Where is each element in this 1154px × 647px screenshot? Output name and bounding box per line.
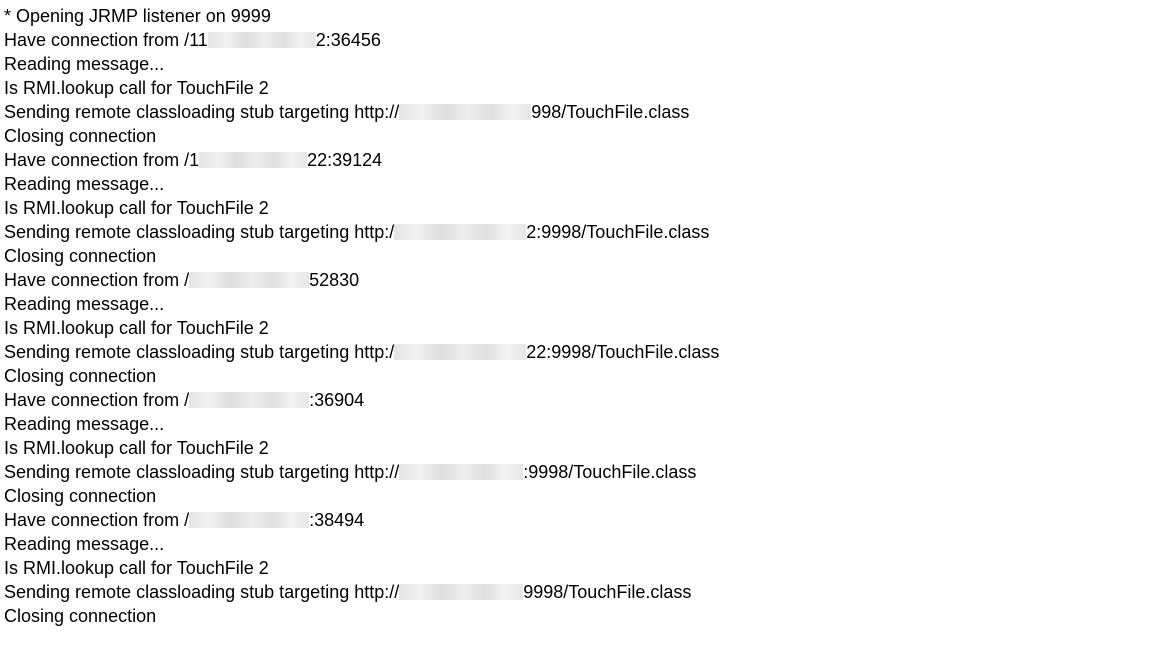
log-text: Reading message...	[4, 174, 165, 194]
log-text-before: Have connection from /	[4, 510, 190, 530]
log-text: Reading message...	[4, 414, 165, 434]
log-text-after: 22:39124	[307, 150, 383, 170]
log-line: Closing connection	[4, 364, 1150, 388]
log-line: Is RMI.lookup call for TouchFile 2	[4, 316, 1150, 340]
log-line: Is RMI.lookup call for TouchFile 2	[4, 196, 1150, 220]
redacted-address	[189, 272, 310, 288]
redacted-address	[394, 344, 527, 360]
log-line: Closing connection	[4, 124, 1150, 148]
log-text: * Opening JRMP listener on 9999	[4, 6, 271, 26]
log-text-after: 998/TouchFile.class	[531, 102, 690, 122]
redacted-address	[207, 32, 316, 48]
log-line: Reading message...	[4, 292, 1150, 316]
log-line: Is RMI.lookup call for TouchFile 2	[4, 76, 1150, 100]
log-text-after: 22:9998/TouchFile.class	[526, 342, 720, 362]
log-line: Have connection from /11 2:36456	[4, 28, 1150, 52]
log-text-after: 52830	[309, 270, 360, 290]
log-text-after: :36904	[309, 390, 365, 410]
log-line: Sending remote classloading stub targeti…	[4, 460, 1150, 484]
redacted-address	[189, 512, 310, 528]
console-output: * Opening JRMP listener on 9999 Have con…	[4, 4, 1150, 628]
log-text: Reading message...	[4, 54, 165, 74]
log-text-before: Sending remote classloading stub targeti…	[4, 102, 400, 122]
log-text: Is RMI.lookup call for TouchFile 2	[4, 558, 269, 578]
log-text: Is RMI.lookup call for TouchFile 2	[4, 78, 269, 98]
log-line: Reading message...	[4, 412, 1150, 436]
log-text: Closing connection	[4, 366, 157, 386]
log-text-before: Have connection from /1	[4, 150, 200, 170]
redacted-address	[399, 104, 532, 120]
log-text-before: Have connection from /11	[4, 30, 208, 50]
redacted-address	[394, 224, 527, 240]
log-text-before: Sending remote classloading stub targeti…	[4, 222, 395, 242]
log-line: Reading message...	[4, 52, 1150, 76]
log-text-before: Have connection from /	[4, 390, 190, 410]
log-line: Closing connection	[4, 484, 1150, 508]
log-line: Sending remote classloading stub targeti…	[4, 340, 1150, 364]
log-line: Reading message...	[4, 532, 1150, 556]
redacted-address	[399, 464, 524, 480]
log-text: Is RMI.lookup call for TouchFile 2	[4, 318, 269, 338]
log-text: Is RMI.lookup call for TouchFile 2	[4, 198, 269, 218]
log-text-after: 9998/TouchFile.class	[523, 582, 692, 602]
log-text-before: Sending remote classloading stub targeti…	[4, 342, 395, 362]
log-text-after: 2:36456	[315, 30, 381, 50]
log-line: Have connection from / 52830	[4, 268, 1150, 292]
log-line: Have connection from / :38494	[4, 508, 1150, 532]
log-line: Have connection from / :36904	[4, 388, 1150, 412]
log-text-before: Have connection from /	[4, 270, 190, 290]
log-text: Closing connection	[4, 126, 157, 146]
log-text: Closing connection	[4, 486, 157, 506]
log-text-before: Sending remote classloading stub targeti…	[4, 462, 400, 482]
log-text: Closing connection	[4, 606, 157, 626]
log-line: Have connection from /1 22:39124	[4, 148, 1150, 172]
log-line: Closing connection	[4, 244, 1150, 268]
log-text-before: Sending remote classloading stub targeti…	[4, 582, 400, 602]
log-line: Sending remote classloading stub targeti…	[4, 580, 1150, 604]
log-text-after: :9998/TouchFile.class	[523, 462, 697, 482]
redacted-address	[399, 584, 524, 600]
log-line: Is RMI.lookup call for TouchFile 2	[4, 556, 1150, 580]
log-text: Is RMI.lookup call for TouchFile 2	[4, 438, 269, 458]
log-text-after: 2:9998/TouchFile.class	[526, 222, 710, 242]
log-line: * Opening JRMP listener on 9999	[4, 4, 1150, 28]
log-line: Closing connection	[4, 604, 1150, 628]
log-line: Sending remote classloading stub targeti…	[4, 220, 1150, 244]
log-line: Sending remote classloading stub targeti…	[4, 100, 1150, 124]
log-text: Reading message...	[4, 534, 165, 554]
log-text: Closing connection	[4, 246, 157, 266]
log-line: Reading message...	[4, 172, 1150, 196]
log-line: Is RMI.lookup call for TouchFile 2	[4, 436, 1150, 460]
redacted-address	[199, 152, 308, 168]
redacted-address	[189, 392, 310, 408]
log-text: Reading message...	[4, 294, 165, 314]
log-text-after: :38494	[309, 510, 365, 530]
